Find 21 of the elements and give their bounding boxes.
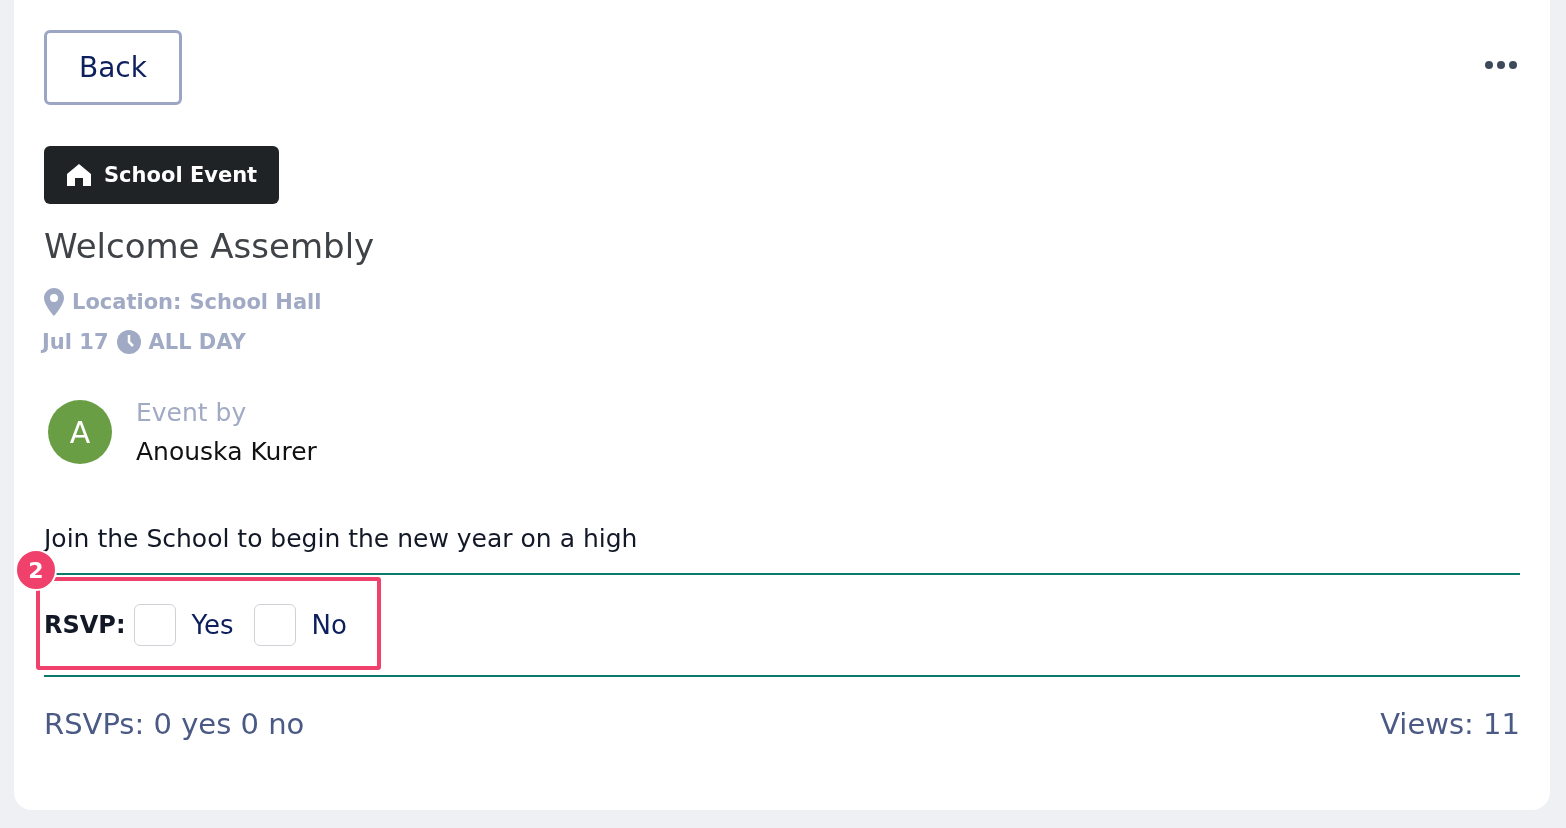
category-label: School Event (104, 163, 258, 187)
author-caption: Event by (136, 398, 248, 427)
location-pin-icon (44, 288, 64, 316)
rsvp-option-label: Yes (191, 610, 234, 640)
back-button[interactable]: Back (44, 30, 182, 105)
rsvp-checkbox[interactable] (253, 604, 296, 646)
rsvp-count: RSVPs: 0 yes 0 no (44, 707, 305, 741)
author-avatar: A (48, 400, 112, 464)
more-options-icon[interactable] (1484, 60, 1518, 70)
rsvp-label: RSVP: (44, 611, 126, 639)
event-time: ALL DAY (148, 330, 246, 354)
location-label: Location: (72, 290, 182, 314)
author-name: Anouska Kurer (136, 437, 317, 466)
view-count: Views: 11 (1380, 707, 1520, 741)
rsvp-option-label: No (311, 610, 347, 640)
home-icon (66, 163, 92, 187)
rsvp-checkbox[interactable] (133, 604, 176, 646)
location-value: School Hall (189, 290, 322, 314)
event-date: Jul 17 (42, 330, 109, 354)
event-title: Welcome Assembly (44, 226, 376, 266)
clock-icon (116, 330, 141, 354)
